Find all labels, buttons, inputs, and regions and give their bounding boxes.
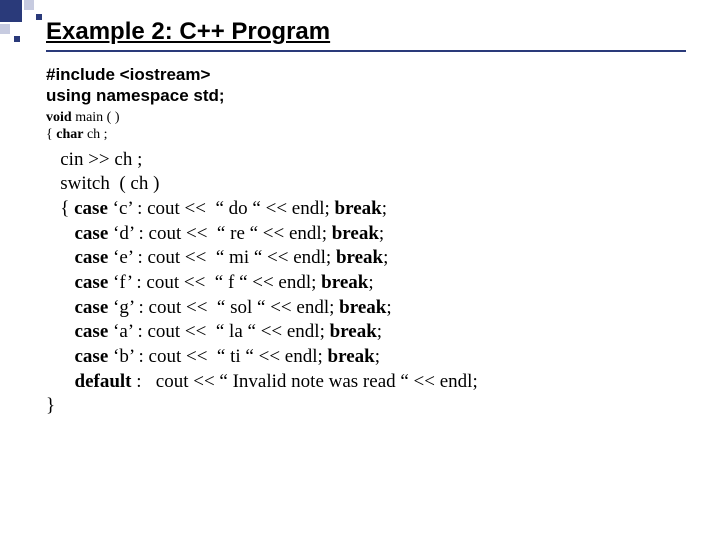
indent: [46, 223, 75, 244]
break-kw: break: [321, 272, 368, 293]
case-kw: case: [75, 247, 109, 268]
case-kw: case: [75, 346, 109, 367]
main-signature: void main ( ) { char ch ;: [46, 109, 700, 144]
include-line-1: #include <iostream>: [46, 64, 700, 85]
break-kw: break: [330, 321, 377, 342]
case-kw: case: [75, 223, 109, 244]
switch-open: {: [46, 198, 74, 219]
break-kw: break: [336, 247, 383, 268]
ch-decl: ch ;: [83, 127, 107, 142]
semi: ;: [386, 297, 391, 318]
case-d: ‘d’ : cout << “ re “ << endl;: [108, 223, 331, 244]
indent: [46, 297, 75, 318]
code-body: cin >> ch ; switch ( ch ) { case ‘c’ : c…: [46, 148, 700, 420]
case-kw: case: [75, 272, 109, 293]
indent: [46, 247, 75, 268]
void-keyword: void: [46, 110, 72, 125]
cin-line: cin >> ch ;: [46, 149, 142, 170]
case-kw: case: [74, 198, 108, 219]
semi: ;: [377, 321, 382, 342]
indent: [46, 371, 75, 392]
switch-line: switch ( ch ): [46, 173, 159, 194]
break-kw: break: [328, 346, 375, 367]
title-rule: [46, 50, 686, 52]
case-b: ‘b’ : cout << “ ti “ << endl;: [108, 346, 327, 367]
case-c: ‘c’ : cout << “ do “ << endl;: [108, 198, 335, 219]
case-kw: case: [75, 321, 109, 342]
semi: ;: [382, 198, 387, 219]
semi: ;: [375, 346, 380, 367]
indent: [46, 346, 75, 367]
case-a: ‘a’ : cout << “ la “ << endl;: [108, 321, 329, 342]
slide-title: Example 2: C++ Program: [46, 18, 700, 46]
case-f: ‘f’ : cout << “ f “ << endl;: [108, 272, 321, 293]
open-brace: {: [46, 127, 56, 142]
include-line-2: using namespace std;: [46, 85, 700, 106]
break-kw: break: [332, 223, 379, 244]
default-rest: : cout << “ Invalid note was read “ << e…: [132, 371, 478, 392]
semi: ;: [383, 247, 388, 268]
close-brace: }: [46, 395, 55, 416]
semi: ;: [368, 272, 373, 293]
case-kw: case: [75, 297, 109, 318]
indent: [46, 321, 75, 342]
corner-decoration: [0, 0, 48, 48]
slide-content: Example 2: C++ Program #include <iostrea…: [46, 18, 700, 419]
indent: [46, 272, 75, 293]
break-kw: break: [339, 297, 386, 318]
main-rest: main ( ): [72, 110, 120, 125]
case-g: ‘g’ : cout << “ sol “ << endl;: [108, 297, 339, 318]
case-e: ‘e’ : cout << “ mi “ << endl;: [108, 247, 336, 268]
semi: ;: [379, 223, 384, 244]
break-kw: break: [335, 198, 382, 219]
default-kw: default: [75, 371, 132, 392]
char-keyword: char: [56, 127, 83, 142]
